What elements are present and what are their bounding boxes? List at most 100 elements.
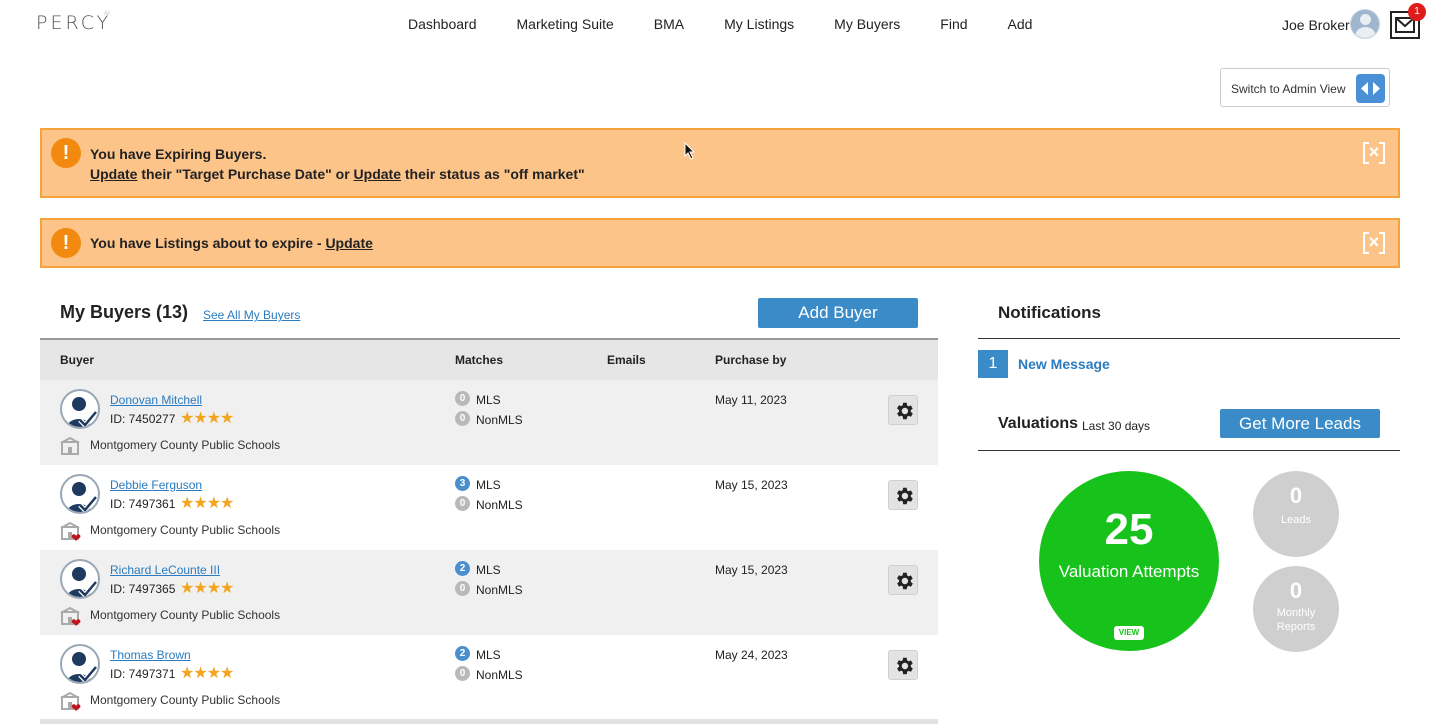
mls-label: MLS <box>476 478 501 492</box>
nonmls-label: NonMLS <box>476 583 523 597</box>
col-matches[interactable]: Matches <box>455 353 503 367</box>
mls-match-count[interactable]: 2 <box>455 646 470 661</box>
buyer-id: ID: 7450277 <box>110 412 176 426</box>
school-icon <box>60 436 80 455</box>
main-nav: Dashboard Marketing Suite BMA My Listing… <box>388 16 1052 32</box>
percy-logo[interactable]: PERCY AI <box>36 10 111 34</box>
gear-icon <box>897 572 913 590</box>
buyer-avatar-icon[interactable] <box>60 559 100 599</box>
purchase-by-date: May 15, 2023 <box>715 563 788 577</box>
nonmls-match-count[interactable]: 0 <box>455 581 470 596</box>
add-buyer-button[interactable]: Add Buyer <box>758 298 918 328</box>
nonmls-match-count[interactable]: 0 <box>455 666 470 681</box>
buyer-name-link[interactable]: Thomas Brown <box>110 648 191 662</box>
buyer-avatar-icon[interactable] <box>60 474 100 514</box>
my-buyers-title: My Buyers (13) <box>60 302 189 322</box>
nav-add[interactable]: Add <box>988 16 1053 32</box>
notifications-title: Notifications <box>998 303 1101 322</box>
update-target-date-link[interactable]: Update <box>90 166 137 182</box>
valuations-title: Valuations <box>998 415 1079 432</box>
close-icon[interactable]: × <box>1363 142 1385 164</box>
buyer-name-link[interactable]: Debbie Ferguson <box>110 478 202 492</box>
table-row: Donovan Mitchell ID: 7450277 ★★★★ Montgomer… <box>40 380 938 465</box>
nav-find[interactable]: Find <box>920 16 987 32</box>
valuation-attempts-label: Valuation Attempts <box>1058 562 1200 581</box>
buyer-school: Montgomery County Public Schools <box>90 523 281 537</box>
nav-my-listings[interactable]: My Listings <box>704 16 814 32</box>
buyer-id: ID: 7497371 <box>110 667 176 681</box>
user-name[interactable]: Joe Broker <box>1282 17 1350 33</box>
mail-count-badge: 1 <box>1408 3 1426 21</box>
col-purchase-by[interactable]: Purchase by <box>715 353 786 367</box>
nonmls-match-count[interactable]: 0 <box>455 496 470 511</box>
toggle-arrows-icon <box>1356 74 1385 103</box>
buyer-school: Montgomery County Public Schools <box>90 693 281 707</box>
buyer-rating-stars: ★★★★ <box>180 580 234 597</box>
update-listings-link[interactable]: Update <box>325 235 372 251</box>
divider <box>978 450 1400 451</box>
buyers-table-header: Buyer Matches Emails Purchase by <box>40 338 938 380</box>
alert-expiring-listings-text: You have Listings about to expire - Upda… <box>90 235 373 251</box>
warning-icon: ! <box>51 138 81 168</box>
nav-bma[interactable]: BMA <box>634 16 704 32</box>
leads-count: 0 <box>1289 483 1303 508</box>
view-valuations-button[interactable]: VIEW <box>1114 626 1144 640</box>
heart-icon: ❤ <box>71 531 82 545</box>
nonmls-label: NonMLS <box>476 498 523 512</box>
col-buyer[interactable]: Buyer <box>60 353 94 367</box>
buyer-rating-stars: ★★★★ <box>180 495 234 512</box>
valuations-period: Last 30 days <box>1082 419 1151 433</box>
buyer-settings-button[interactable] <box>888 395 918 425</box>
alert-expiring-listings: ! You have Listings about to expire - Up… <box>40 218 1400 268</box>
buyer-school: Montgomery County Public Schools <box>90 438 281 452</box>
buyer-name-link[interactable]: Donovan Mitchell <box>110 393 202 407</box>
mls-label: MLS <box>476 393 501 407</box>
warning-icon: ! <box>51 228 81 258</box>
mouse-cursor-icon <box>684 142 696 160</box>
buyer-avatar-icon[interactable] <box>60 389 100 429</box>
buyer-avatar-icon[interactable] <box>60 644 100 684</box>
table-row: Richard LeCounte III ID: 7497365 ★★★★ ❤ Mont… <box>40 550 938 635</box>
divider <box>978 338 1400 339</box>
valuation-attempts-circle[interactable]: 25 Valuation Attempts VIEW <box>1039 471 1219 651</box>
table-bottom-edge <box>40 719 938 724</box>
buyer-settings-button[interactable] <box>888 650 918 680</box>
buyer-settings-button[interactable] <box>888 565 918 595</box>
heart-icon: ❤ <box>71 701 82 715</box>
nonmls-match-count[interactable]: 0 <box>455 411 470 426</box>
get-more-leads-button[interactable]: Get More Leads <box>1220 409 1380 438</box>
notification-count-badge: 1 <box>978 350 1008 378</box>
col-emails[interactable]: Emails <box>607 353 646 367</box>
buyer-name-link[interactable]: Richard LeCounte III <box>110 563 220 577</box>
new-message-link[interactable]: New Message <box>1018 356 1110 372</box>
alert-expiring-buyers-text: You have Expiring Buyers. Update their "… <box>90 146 585 182</box>
nav-marketing-suite[interactable]: Marketing Suite <box>497 16 634 32</box>
valuation-attempts-count: 25 <box>1104 505 1154 554</box>
heart-icon: ❤ <box>71 616 82 630</box>
switch-admin-label: Switch to Admin View <box>1231 82 1346 96</box>
switch-admin-view-button[interactable]: Switch to Admin View <box>1220 68 1390 107</box>
monthly-reports-circle[interactable]: 0 Monthly Reports <box>1253 566 1339 652</box>
mls-match-count[interactable]: 3 <box>455 476 470 491</box>
nonmls-label: NonMLS <box>476 668 523 682</box>
mls-match-count[interactable]: 2 <box>455 561 470 576</box>
table-row: Debbie Ferguson ID: 7497361 ★★★★ ❤ Montgomer… <box>40 465 938 550</box>
nav-my-buyers[interactable]: My Buyers <box>814 16 920 32</box>
leads-circle[interactable]: 0 Leads <box>1253 471 1339 557</box>
buyer-id: ID: 7497361 <box>110 497 176 511</box>
gear-icon <box>897 657 913 675</box>
table-row: Thomas Brown ID: 7497371 ★★★★ ❤ Montgomery C… <box>40 635 938 720</box>
purchase-by-date: May 11, 2023 <box>715 393 787 407</box>
mls-match-count[interactable]: 0 <box>455 391 470 406</box>
buyer-settings-button[interactable] <box>888 480 918 510</box>
buyer-school: Montgomery County Public Schools <box>90 608 281 622</box>
buyer-rating-stars: ★★★★ <box>180 665 234 682</box>
leads-label: Leads <box>1281 514 1311 526</box>
see-all-buyers-link[interactable]: See All My Buyers <box>203 308 300 322</box>
gear-icon <box>897 487 913 505</box>
update-status-link[interactable]: Update <box>354 166 401 182</box>
close-icon[interactable]: × <box>1363 232 1385 254</box>
user-avatar[interactable] <box>1350 9 1380 39</box>
mls-label: MLS <box>476 648 501 662</box>
nav-dashboard[interactable]: Dashboard <box>388 16 497 32</box>
